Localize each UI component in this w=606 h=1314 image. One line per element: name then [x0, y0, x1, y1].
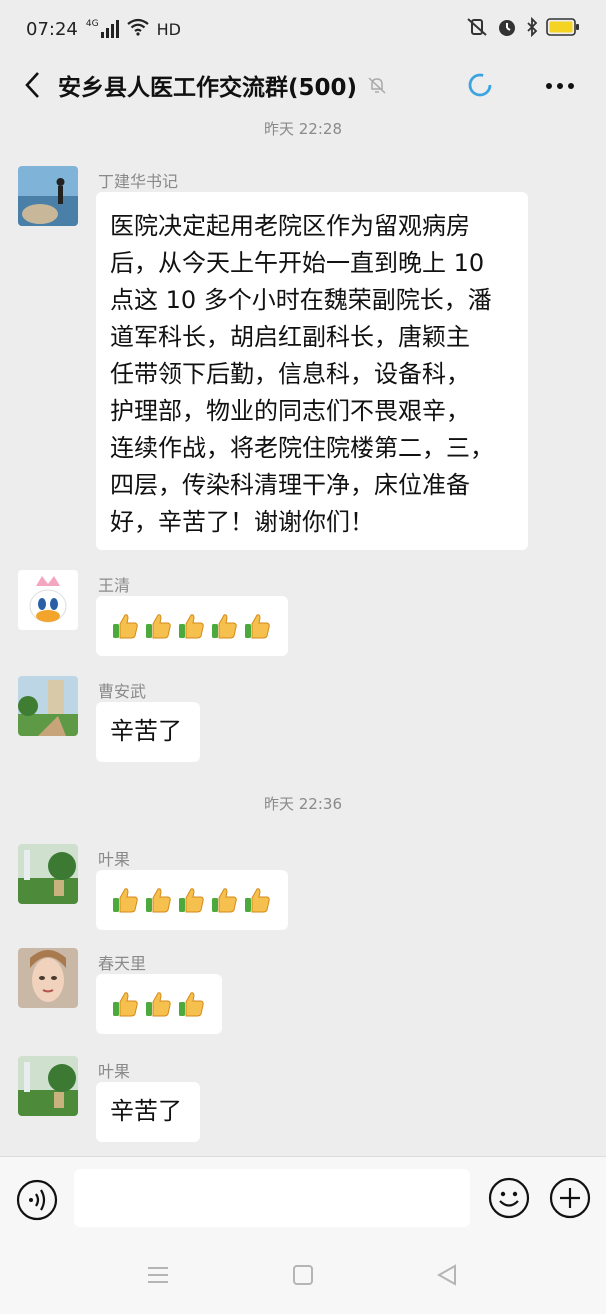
- message-bubble[interactable]: [96, 596, 288, 656]
- emoji-button[interactable]: [488, 1177, 530, 1223]
- thumbs-up-icon: [113, 614, 138, 639]
- bluetooth-icon: [526, 16, 538, 42]
- message-line: 护理部，物业的同志们不畏艰辛，: [110, 397, 470, 425]
- avatar[interactable]: [18, 948, 78, 1008]
- sender-name: 丁建华书记: [98, 172, 179, 191]
- message-line: 道军科长，胡启红副科长，唐颖主: [110, 323, 470, 351]
- avatar[interactable]: [18, 166, 78, 226]
- message-line: 连续作战，将老院住院楼第二，三，: [110, 434, 494, 462]
- back-nav-button[interactable]: [436, 1264, 458, 1290]
- thumbs-up-icon: [146, 888, 171, 913]
- message-line: 好，辛苦了！谢谢你们！: [110, 508, 374, 536]
- system-nav-bar: [0, 1242, 606, 1314]
- thumbs-up-icon: [212, 888, 237, 913]
- more-functions-button[interactable]: [549, 1177, 591, 1223]
- back-triangle-icon: [436, 1264, 456, 1286]
- timestamp: 昨天 22:28: [264, 120, 342, 138]
- smiley-icon: [488, 1177, 530, 1219]
- timestamp: 昨天 22:36: [264, 795, 342, 813]
- message-line: 医院决定起用老院区作为留观病房: [110, 212, 470, 240]
- thumbs-up-icon: [113, 888, 138, 913]
- message-line: 后，从今天上午开始一直到晚上 10: [110, 249, 485, 277]
- chat-header: 安乡县人医工作交流群(500): [0, 58, 606, 112]
- mute-vibrate-icon: [466, 17, 488, 42]
- message-text: 辛苦了: [110, 717, 182, 745]
- thumbs-up-icon: [245, 614, 270, 639]
- voice-icon: [16, 1179, 58, 1221]
- thumbs-up-icon: [245, 888, 270, 913]
- voice-button[interactable]: [16, 1179, 58, 1225]
- signal-icon: 4G: [86, 20, 119, 38]
- network-type: 4G: [85, 19, 99, 29]
- message-input[interactable]: [74, 1169, 470, 1227]
- sender-name: 春天里: [98, 954, 147, 973]
- home-button[interactable]: [292, 1264, 314, 1290]
- message-line: 四层，传染科清理干净，床位准备: [110, 471, 470, 499]
- sender-name: 王清: [98, 576, 131, 595]
- alarm-icon: [496, 16, 518, 43]
- menu-icon: [148, 1267, 168, 1283]
- avatar[interactable]: [18, 1056, 78, 1116]
- menu-button[interactable]: [146, 1264, 170, 1290]
- sender-name: 叶果: [98, 1062, 131, 1081]
- chevron-left-icon: [25, 72, 39, 98]
- thumbs-up-icon: [179, 992, 204, 1017]
- thumbs-group: [110, 870, 274, 930]
- thumbs-group: [110, 596, 274, 656]
- hd-label: HD: [156, 19, 181, 39]
- chat-title: 安乡县人医工作交流群(500): [58, 75, 358, 101]
- sender-name: 曹安武: [98, 682, 147, 701]
- bell-muted-icon: [367, 75, 387, 95]
- thumbs-up-icon: [179, 614, 204, 639]
- thumbs-up-icon: [113, 992, 138, 1017]
- thumbs-up-icon: [146, 992, 171, 1017]
- message-text: 辛苦了: [110, 1097, 182, 1125]
- wifi-icon: [126, 18, 149, 41]
- avatar[interactable]: [18, 844, 78, 904]
- avatar[interactable]: [18, 676, 78, 736]
- status-bar: 07:24 4G HD: [0, 0, 606, 58]
- more-options-button[interactable]: [540, 66, 580, 106]
- back-button[interactable]: [6, 58, 58, 112]
- loading-icon: [466, 71, 494, 103]
- thumbs-group: [110, 974, 208, 1034]
- message-line: 点这 10 多个小时在魏荣副院长，潘: [110, 286, 492, 314]
- message-bubble[interactable]: 辛苦了: [96, 702, 200, 762]
- sender-name: 叶果: [98, 850, 131, 869]
- more-dots-icon: [546, 83, 574, 89]
- thumbs-up-icon: [146, 614, 171, 639]
- thumbs-up-icon: [212, 614, 237, 639]
- message-bubble[interactable]: 辛苦了: [96, 1082, 200, 1142]
- message-bubble[interactable]: 医院决定起用老院区作为留观病房 后，从今天上午开始一直到晚上 10 点这 10 …: [96, 192, 528, 550]
- message-line: 任带领下后勤，信息科，设备科，: [110, 360, 470, 388]
- avatar[interactable]: [18, 570, 78, 630]
- thumbs-up-icon: [179, 888, 204, 913]
- battery-icon: [546, 17, 580, 41]
- input-bar: [0, 1156, 606, 1242]
- plus-icon: [549, 1177, 591, 1219]
- status-time: 07:24: [26, 18, 78, 40]
- message-bubble[interactable]: [96, 870, 288, 930]
- home-square-icon: [293, 1265, 313, 1285]
- message-bubble[interactable]: [96, 974, 222, 1034]
